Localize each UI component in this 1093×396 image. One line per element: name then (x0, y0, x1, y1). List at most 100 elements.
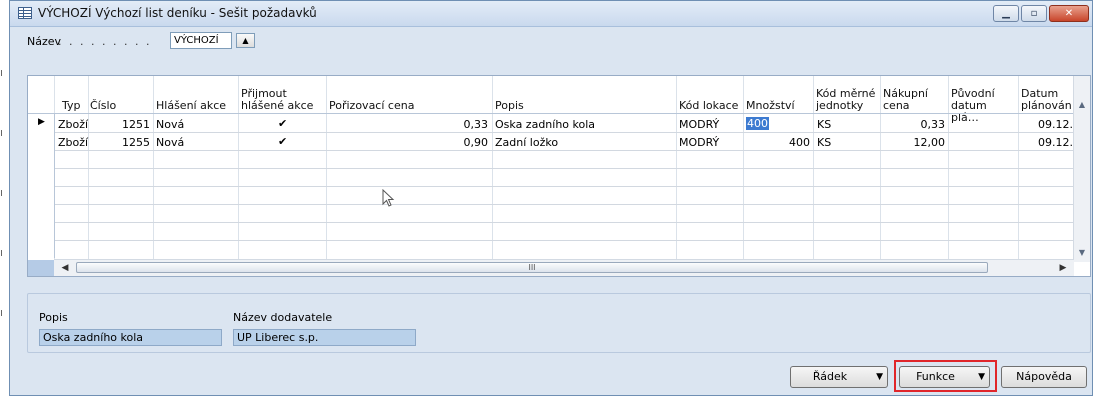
minimize-button[interactable]: ▁ (993, 5, 1019, 22)
cell-kod-merne-jednotky[interactable]: KS (817, 118, 831, 131)
column-header-typ[interactable]: Typ (62, 100, 81, 112)
vendor-name-field: UP Liberec s.p. (233, 329, 416, 346)
line-menu-label: Řádek (812, 370, 848, 383)
edge-mark (1, 250, 7, 256)
checkmark-icon[interactable]: ✔ (278, 135, 287, 148)
column-header-kod-lokace[interactable]: Kód lokace (679, 100, 738, 112)
mouse-cursor-icon (382, 189, 395, 207)
title-bar[interactable]: VÝCHOZÍ Výchozí list deníku - Sešit poža… (10, 1, 1092, 27)
scroll-right-icon[interactable]: ▶ (1056, 261, 1070, 275)
scroll-grip: III (528, 263, 536, 272)
chevron-down-icon: ▼ (876, 372, 883, 382)
row-divider (28, 186, 1074, 187)
cell-hlaseni-akce[interactable]: Nová (156, 136, 184, 149)
cell-datum-planovani[interactable]: 09.12. (1021, 136, 1073, 149)
column-header-popis[interactable]: Popis (495, 100, 524, 112)
column-separator (238, 76, 239, 262)
vendor-name-label: Název dodavatele (233, 311, 333, 324)
row-divider (28, 222, 1074, 223)
cell-mnozstvi[interactable]: 400 (746, 136, 810, 149)
row-divider (28, 150, 1074, 151)
scroll-up-icon[interactable]: ▲ (1074, 100, 1090, 114)
column-header-prijmout-hlasene-akce[interactable]: Přijmout hlášené akce (241, 88, 321, 112)
cell-kod-lokace[interactable]: MODRÝ (679, 118, 719, 131)
column-header-nakupni-cena[interactable]: Nákupní cena (883, 88, 933, 112)
column-separator (153, 76, 154, 262)
column-separator (88, 76, 89, 262)
lookup-icon: ▲ (242, 36, 249, 45)
scroll-left-icon[interactable]: ◀ (58, 261, 72, 275)
column-separator (813, 76, 814, 262)
column-separator (948, 76, 949, 262)
close-button[interactable]: ✕ (1049, 5, 1089, 22)
current-row-marker: ▶ (38, 117, 45, 127)
grid-corner (28, 260, 54, 276)
edge-mark (1, 310, 7, 316)
column-header-hlaseni-akce[interactable]: Hlášení akce (156, 100, 226, 112)
row-selector[interactable] (28, 168, 55, 186)
row-divider (28, 240, 1074, 241)
row-selector[interactable] (28, 186, 55, 204)
row-selector[interactable] (28, 204, 55, 222)
row-selector[interactable] (28, 222, 55, 240)
cell-kod-lokace[interactable]: MODRÝ (679, 136, 719, 149)
column-separator (492, 76, 493, 262)
row-divider (28, 204, 1074, 205)
cell-mnozstvi-editing[interactable]: 400 (746, 117, 769, 130)
edge-mark (1, 190, 7, 196)
cell-hlaseni-akce[interactable]: Nová (156, 118, 184, 131)
popis-label: Popis (39, 311, 68, 324)
column-header-porizovaci-cena[interactable]: Pořizovací cena (329, 100, 414, 112)
row-selector[interactable] (28, 150, 55, 168)
row-selector[interactable] (28, 240, 55, 258)
edge-mark (1, 130, 7, 136)
cell-typ[interactable]: Zboží (58, 118, 88, 131)
cell-porizovaci-cena[interactable]: 0,33 (328, 118, 489, 131)
row-selector[interactable]: ▶ (28, 114, 55, 132)
cell-porizovaci-cena[interactable]: 0,90 (328, 136, 489, 149)
lines-grid: Typ Číslo Hlášení akce Přijmout hlášené … (27, 75, 1091, 277)
cell-popis[interactable]: Zadní ložko (495, 136, 558, 149)
worksheet-icon (18, 7, 32, 19)
edge-mark (1, 70, 7, 76)
cell-kod-merne-jednotky[interactable]: KS (817, 136, 831, 149)
maximize-button[interactable]: ▫ (1021, 5, 1047, 22)
horizontal-scrollbar[interactable]: ◀ III ▶ (54, 259, 1074, 276)
line-details-panel: Popis Oska zadního kola Název dodavatele… (27, 293, 1091, 353)
help-label: Nápověda (1016, 370, 1072, 383)
scroll-down-icon[interactable]: ▼ (1074, 248, 1090, 262)
name-label: Název (27, 35, 62, 48)
column-separator (676, 76, 677, 262)
cell-typ[interactable]: Zboží (58, 136, 88, 149)
annotation-highlight-box (894, 360, 997, 392)
name-dots: . . . . . . . . . (58, 35, 152, 48)
row-divider (28, 132, 1074, 133)
column-separator (1018, 76, 1019, 262)
popis-field: Oska zadního kola (39, 329, 222, 346)
column-header-kod-merne-jednotky[interactable]: Kód měrné jednotky (816, 88, 878, 112)
column-separator (743, 76, 744, 262)
column-header-puvodni-datum[interactable]: Původní datum plá… (951, 88, 1017, 124)
cell-nakupni-cena[interactable]: 12,00 (883, 136, 946, 149)
column-separator (880, 76, 881, 262)
column-header-datum-planovani[interactable]: Datum plánován (1021, 88, 1073, 112)
row-selector[interactable] (28, 132, 55, 150)
checkmark-icon[interactable]: ✔ (278, 117, 287, 130)
column-header-cislo[interactable]: Číslo (90, 100, 116, 112)
column-separator (326, 76, 327, 262)
lookup-button[interactable]: ▲ (236, 33, 255, 48)
header-divider (28, 113, 1074, 114)
cell-datum-planovani[interactable]: 09.12. (1021, 118, 1073, 131)
requisition-worksheet-window: VÝCHOZÍ Výchozí list deníku - Sešit poža… (9, 0, 1093, 396)
help-button[interactable]: Nápověda (1001, 366, 1087, 388)
scroll-thumb[interactable]: III (76, 262, 988, 273)
cell-popis[interactable]: Oska zadního kola (495, 118, 595, 131)
vertical-scrollbar[interactable]: ▲ ▼ (1073, 76, 1090, 262)
cell-cislo[interactable]: 1251 (90, 118, 150, 131)
column-header-mnozstvi[interactable]: Množství (746, 100, 795, 112)
row-divider (28, 168, 1074, 169)
line-menu-button[interactable]: Řádek ▼ (790, 366, 888, 388)
batch-name-field[interactable]: VÝCHOZÍ (170, 32, 232, 49)
cell-cislo[interactable]: 1255 (90, 136, 150, 149)
cell-nakupni-cena[interactable]: 0,33 (883, 118, 946, 131)
